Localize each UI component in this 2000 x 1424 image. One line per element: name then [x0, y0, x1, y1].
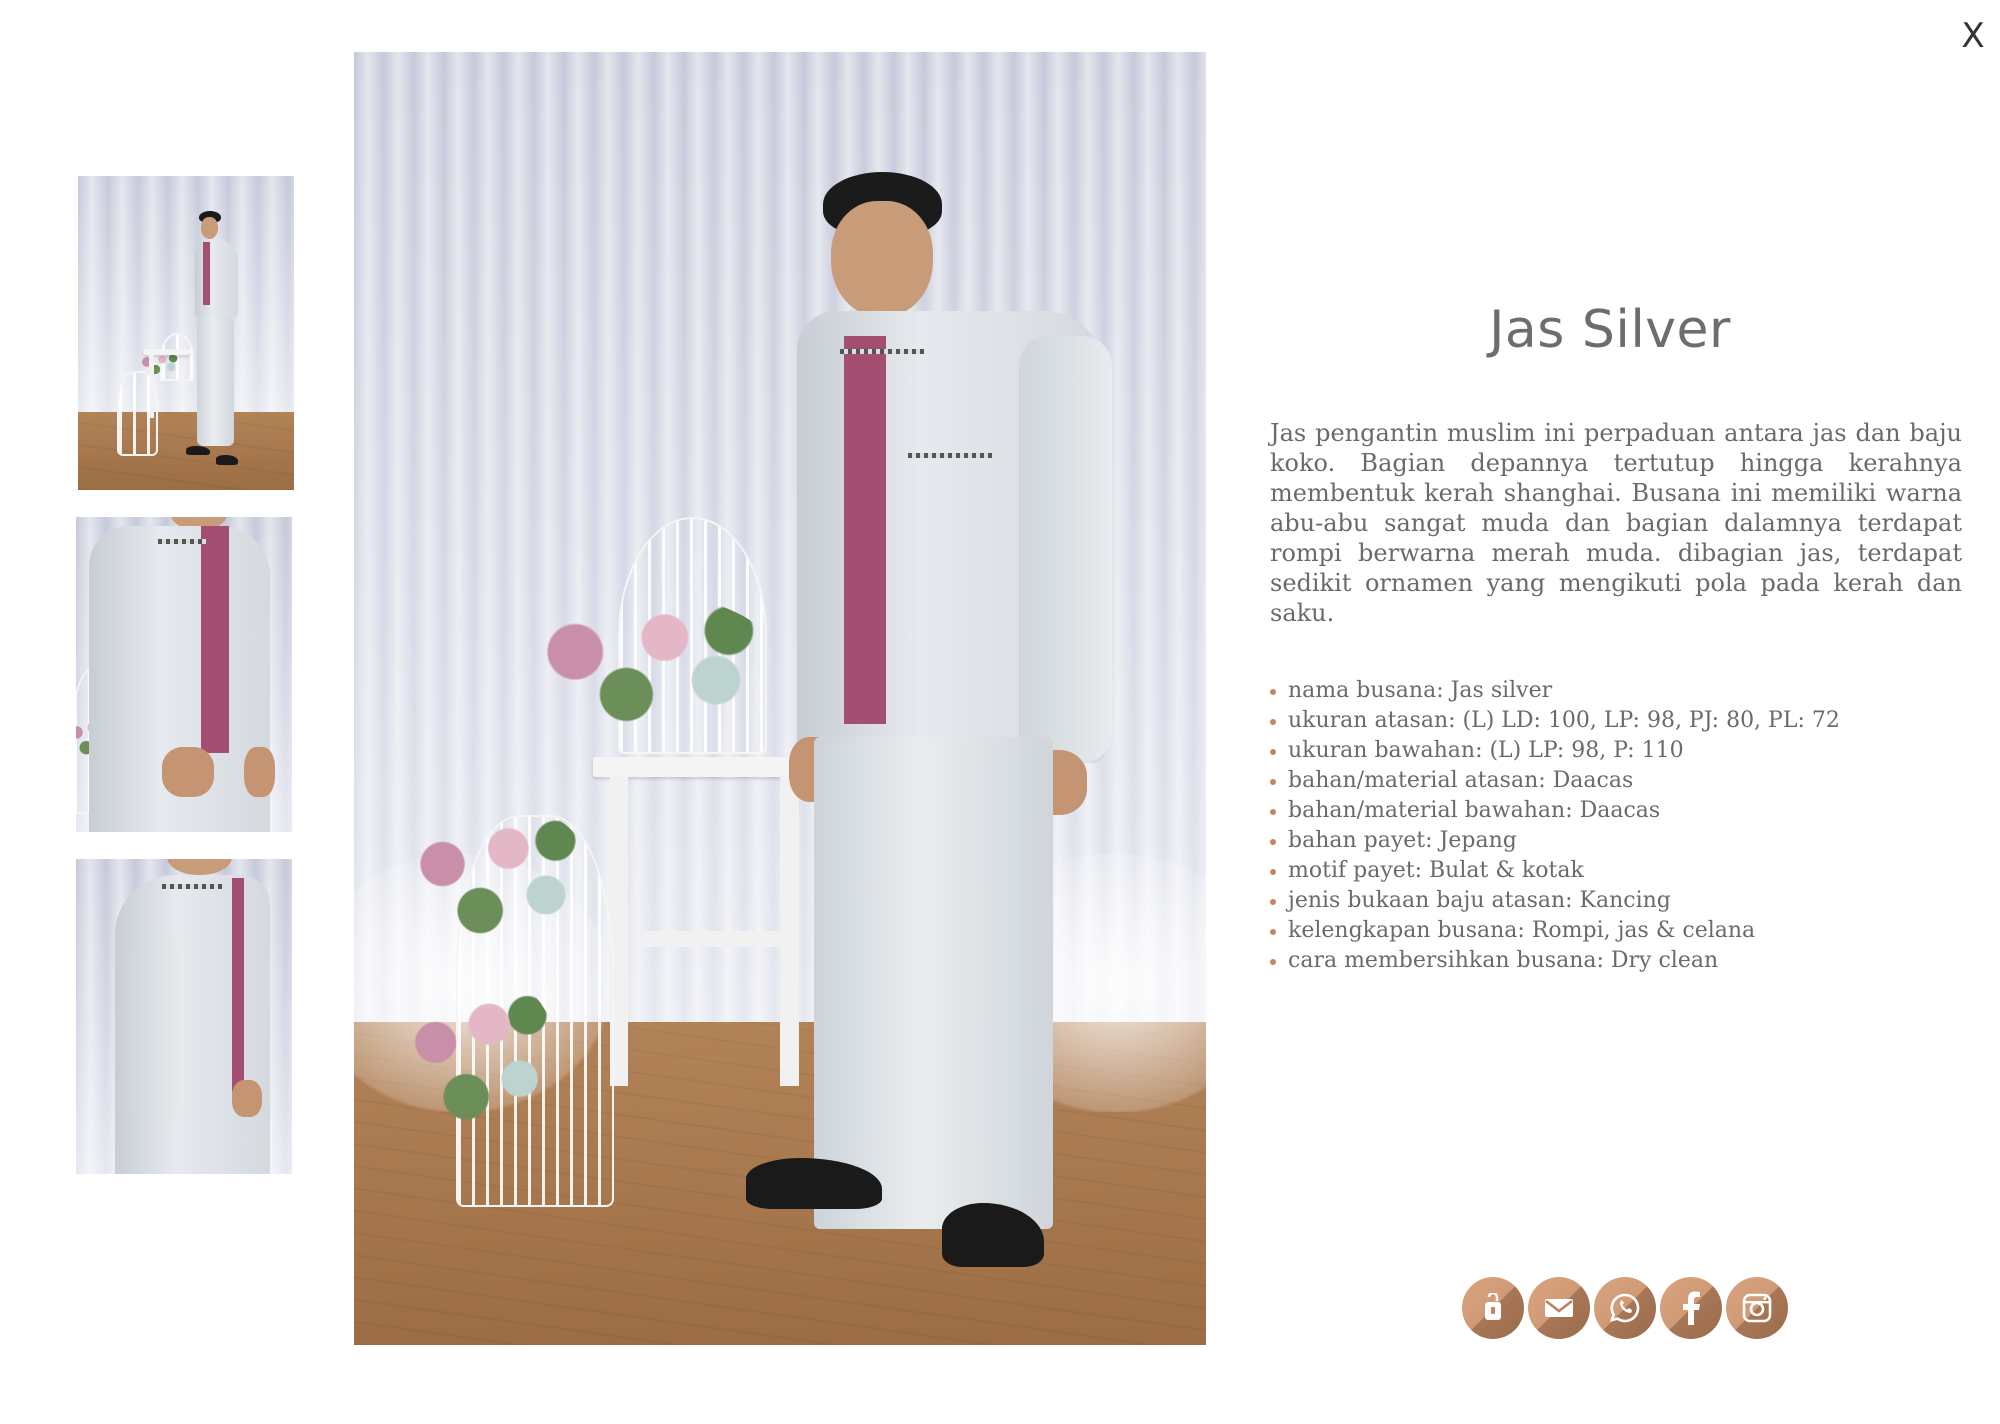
spec-item: jenis bukaan baju atasan: Kancing [1270, 886, 1970, 916]
bullet-icon [1270, 689, 1276, 695]
spec-text: cara membersihkan busana: Dry clean [1288, 948, 1719, 973]
product-image [354, 52, 1206, 1345]
spec-item: bahan/material bawahan: Daacas [1270, 796, 1970, 826]
product-title: Jas Silver [1489, 299, 1731, 360]
spec-text: bahan payet: Jepang [1288, 828, 1517, 853]
bullet-icon [1270, 719, 1276, 725]
thumbnail-side[interactable] [76, 859, 292, 1174]
order-icon [1485, 1293, 1501, 1320]
spec-text: bahan/material atasan: Daacas [1288, 768, 1634, 793]
thumbnail-full-body[interactable] [78, 176, 294, 490]
spec-item: bahan/material atasan: Daacas [1270, 766, 1970, 796]
spec-text: nama busana: Jas silver [1288, 678, 1553, 703]
whatsapp-button[interactable] [1594, 1277, 1656, 1339]
email-button[interactable] [1528, 1277, 1590, 1339]
main-product-photo [354, 52, 1206, 1345]
bullet-icon [1270, 809, 1276, 815]
spec-item: kelengkapan busana: Rompi, jas & celana [1270, 916, 1970, 946]
bullet-icon [1270, 869, 1276, 875]
thumbnail-image [78, 176, 294, 490]
facebook-icon [1683, 1291, 1700, 1325]
whatsapp-icon [1610, 1293, 1640, 1323]
bullet-icon [1270, 839, 1276, 845]
spec-item: bahan payet: Jepang [1270, 826, 1970, 856]
instagram-button[interactable] [1726, 1277, 1788, 1339]
spec-item: ukuran bawahan: (L) LP: 98, P: 110 [1270, 736, 1970, 766]
spec-item: nama busana: Jas silver [1270, 676, 1970, 706]
spec-text: bahan/material bawahan: Daacas [1288, 798, 1661, 823]
email-icon [1545, 1299, 1573, 1317]
spec-text: ukuran bawahan: (L) LP: 98, P: 110 [1288, 738, 1684, 763]
spec-text: motif payet: Bulat & kotak [1288, 858, 1584, 883]
thumbnail-image [76, 517, 292, 832]
thumbnail-image [76, 859, 292, 1174]
close-button[interactable]: X [1955, 18, 1991, 54]
bullet-icon [1270, 929, 1276, 935]
bullet-icon [1270, 749, 1276, 755]
spec-item: motif payet: Bulat & kotak [1270, 856, 1970, 886]
spec-item: cara membersihkan busana: Dry clean [1270, 946, 1970, 976]
spec-text: ukuran atasan: (L) LD: 100, LP: 98, PJ: … [1288, 708, 1840, 733]
bullet-icon [1270, 899, 1276, 905]
thumbnail-torso[interactable] [76, 517, 292, 832]
bullet-icon [1270, 779, 1276, 785]
spec-text: kelengkapan busana: Rompi, jas & celana [1288, 918, 1756, 943]
product-specs-list: nama busana: Jas silver ukuran atasan: (… [1270, 676, 1970, 976]
order-button[interactable] [1462, 1277, 1524, 1339]
instagram-icon [1742, 1293, 1772, 1323]
contact-buttons [1462, 1277, 1788, 1341]
spec-text: jenis bukaan baju atasan: Kancing [1288, 888, 1671, 913]
product-description: Jas pengantin muslim ini perpaduan antar… [1270, 419, 1962, 627]
facebook-button[interactable] [1660, 1277, 1722, 1339]
bullet-icon [1270, 959, 1276, 965]
spec-item: ukuran atasan: (L) LD: 100, LP: 98, PJ: … [1270, 706, 1970, 736]
